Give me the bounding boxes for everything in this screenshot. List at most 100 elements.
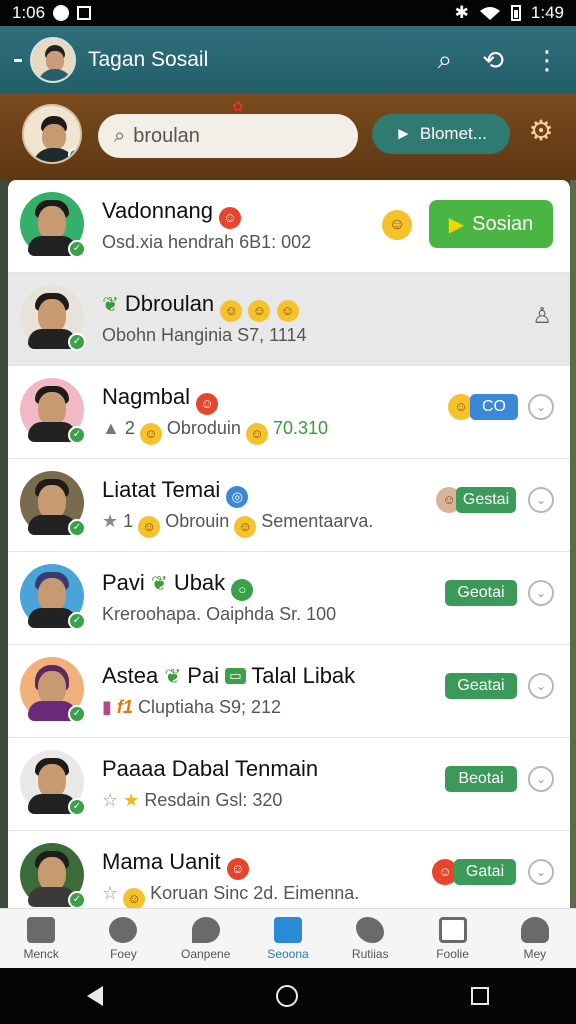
emoji-icon: ☺ xyxy=(234,516,257,538)
avatar: ✓ xyxy=(20,192,86,258)
status-badge[interactable]: Geatai xyxy=(445,673,517,699)
chevron-down-icon[interactable]: ⌄ xyxy=(528,766,554,792)
contact-subtitle: Koruan Sinc 2d. Eimenna. xyxy=(150,883,360,903)
online-badge: ✓ xyxy=(68,240,86,258)
emoji-icon: ☺ xyxy=(245,423,268,445)
status-badge[interactable]: Beotai xyxy=(445,766,517,792)
leaf-icon: ❦ xyxy=(150,573,168,595)
list-item[interactable]: ✓ ❦ Dbroulan ☺ ☺ ☺ Obohn Hanginia S7, 11… xyxy=(8,273,570,366)
share-icon[interactable]: ⟲ xyxy=(482,45,504,76)
home-circle-icon[interactable] xyxy=(275,985,298,1007)
nav-item-home[interactable]: Menck xyxy=(0,909,82,968)
nav-item-feed[interactable]: Foey xyxy=(82,909,164,968)
contact-name: Mama Uanit xyxy=(102,849,221,874)
bluetooth-icon: ✱ xyxy=(454,3,469,22)
status-badge[interactable]: CO xyxy=(470,394,518,420)
nav-item-me[interactable]: Mey xyxy=(494,909,576,968)
contact-subtitle: Osd.xia hendrah 6B1: 002 xyxy=(102,232,312,252)
bottom-nav: Menck Foey Oanpene Seoona Rutiias Foolie… xyxy=(0,908,576,968)
emoji-icon: ☺ xyxy=(139,423,162,445)
search-icon[interactable]: ⌕ xyxy=(438,44,453,76)
chevron-down-icon[interactable]: ⌄ xyxy=(528,487,554,513)
emoji-icon: ☺ xyxy=(196,393,219,415)
contact-name: Dbroulan xyxy=(124,291,215,316)
nav-label: Mey xyxy=(523,946,547,961)
primary-action-label: Sosian xyxy=(472,212,534,235)
chart-icon: ▮ xyxy=(102,697,112,717)
avatar: ✓ xyxy=(20,564,86,630)
chevron-down-icon[interactable]: ⌄ xyxy=(528,580,554,606)
contact-name: Vadonnang xyxy=(102,198,213,223)
online-dot-icon: ○ xyxy=(231,579,254,601)
star-icon: ★ xyxy=(123,790,140,810)
search-input[interactable]: broulan xyxy=(133,125,200,148)
emoji-icon: ☺ xyxy=(123,888,146,908)
nav-item-profile-card[interactable]: Foolie xyxy=(411,909,493,968)
online-badge: ✓ xyxy=(68,333,86,351)
status-badge[interactable]: Gestai xyxy=(456,487,516,513)
play-icon: ▶ xyxy=(448,213,465,236)
nav-label: Oanpene xyxy=(181,946,231,961)
contact-subtitle: Kreroohapa. Oaiphda Sr. 100 xyxy=(102,604,337,624)
chevron-down-icon[interactable]: ⌄ xyxy=(528,859,554,885)
profile-avatar[interactable] xyxy=(22,104,82,164)
list-item[interactable]: ✓ Astea ❦ Pai ▭ Talal Libak ▮ f1 Cluptia… xyxy=(8,645,570,738)
list-item[interactable]: ✓ Liatat Temai ◎ ★ 1 ☺ Obrouin ☺ Sementa… xyxy=(8,459,570,552)
chevron-down-icon[interactable]: ⌄ xyxy=(528,673,554,699)
like-count: 2 xyxy=(124,418,135,438)
app-bar: Tagan Sosail ⌕ ⟲ ⋮ xyxy=(0,26,576,94)
gear-icon[interactable]: ⚙ xyxy=(526,116,556,146)
avatar: ✓ xyxy=(20,285,86,351)
online-badge: ✓ xyxy=(68,891,86,908)
status-badge[interactable]: Gatai xyxy=(454,859,516,885)
bird-icon xyxy=(356,916,385,943)
notification-icon xyxy=(53,5,70,21)
wifi-icon xyxy=(479,7,500,20)
contact-list: ✓ Vadonnang ☺ Osd.xia hendrah 6B1: 002 ☺… xyxy=(8,180,570,908)
score-value: 70.310 xyxy=(272,418,329,438)
nav-label: Foey xyxy=(110,946,137,961)
emoji-icon: ☺ xyxy=(276,300,299,322)
status-badge[interactable]: Geotai xyxy=(445,580,517,606)
user-outline-icon[interactable]: ♙ xyxy=(532,303,552,329)
flower-icon: ✿ xyxy=(232,98,244,114)
contact-name: Pavi xyxy=(102,570,145,595)
avatar: ✓ xyxy=(20,750,86,816)
image-notification-icon xyxy=(77,6,92,20)
online-badge: ✓ xyxy=(68,798,86,816)
globe-icon: ◎ xyxy=(226,486,249,508)
app-avatar[interactable] xyxy=(30,37,76,83)
list-item[interactable]: ✓ Paaaa Dabal Tenmain ☆ ★ Resdain Gsl: 3… xyxy=(8,738,570,831)
list-item[interactable]: ✓ Pavi ❦ Ubak ○ Kreroohapa. Oaiphda Sr. … xyxy=(8,552,570,645)
play-icon: ► xyxy=(395,124,412,143)
search-field[interactable]: ⌕ broulan xyxy=(98,114,358,158)
person-icon xyxy=(520,916,549,943)
contact-subtitle: Obroduin xyxy=(166,418,241,438)
avatar: ✓ xyxy=(20,471,86,537)
primary-action-button[interactable]: ▶ Sosian xyxy=(429,200,553,248)
chevron-down-icon[interactable]: ⌄ xyxy=(528,394,554,420)
nav-item-chat[interactable]: Oanpene xyxy=(165,909,247,968)
search-tab-icon xyxy=(273,916,302,943)
recent-apps-icon[interactable] xyxy=(471,987,490,1005)
back-icon[interactable] xyxy=(86,986,103,1006)
more-options-icon[interactable]: ⋮ xyxy=(534,45,560,76)
feed-icon xyxy=(109,916,138,943)
nav-item-search[interactable]: Seoona xyxy=(247,909,329,968)
status-bar: 1:06 ✱ 1:49 xyxy=(0,0,576,26)
contact-subtitle: Resdain Gsl: 320 xyxy=(144,790,283,810)
chat-icon xyxy=(191,916,220,943)
nav-label: Menck xyxy=(23,946,59,961)
emoji-icon: ☺ xyxy=(226,858,249,880)
list-item[interactable]: ✓ Nagmbal ☺ ▲ 2 ☺ Obroduin ☺ 70.310 ☺ CO… xyxy=(8,366,570,459)
menu-indicator-icon[interactable] xyxy=(14,58,22,62)
star-outline-icon: ☆ xyxy=(102,883,119,903)
battery-icon xyxy=(510,5,521,21)
filter-button-label: Blomet... xyxy=(419,124,487,143)
nav-item-routes[interactable]: Rutiias xyxy=(329,909,411,968)
list-item[interactable]: ✓ Vadonnang ☺ Osd.xia hendrah 6B1: 002 ☺… xyxy=(8,180,570,273)
filter-button[interactable]: ► Blomet... xyxy=(372,114,510,154)
online-badge: ✓ xyxy=(68,705,86,723)
card-icon xyxy=(438,916,467,943)
list-item[interactable]: ✓ Mama Uanit ☺ ☆ ☺ Koruan Sinc 2d. Eimen… xyxy=(8,831,570,908)
